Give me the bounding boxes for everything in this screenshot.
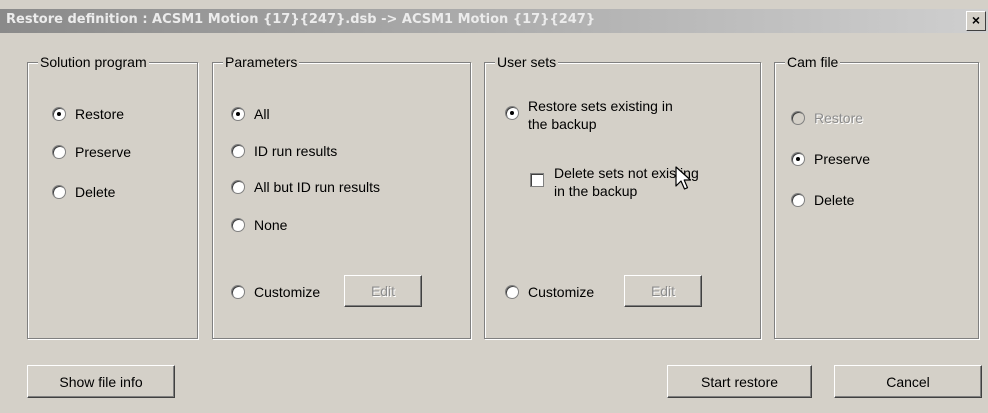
checkbox-indicator[interactable] (530, 173, 544, 187)
radio-indicator[interactable] (52, 145, 66, 159)
radio-indicator[interactable] (231, 218, 245, 232)
solution-preserve-radio[interactable]: Preserve (52, 143, 131, 161)
user-sets-group: User sets Restore sets existing in the b… (484, 54, 761, 339)
solution-restore-radio[interactable]: Restore (52, 105, 124, 123)
radio-label: Customize (528, 284, 595, 300)
parameters-all-but-id-radio[interactable]: All but ID run results (231, 178, 380, 196)
parameters-legend: Parameters (223, 54, 300, 70)
radio-indicator[interactable] (231, 144, 245, 158)
mouse-cursor-icon (675, 166, 692, 190)
radio-label: ID run results (254, 143, 338, 159)
parameters-group: Parameters All ID run results All but ID… (212, 54, 471, 339)
user-sets-edit-button[interactable]: Edit (624, 275, 702, 307)
radio-label-line: the backup (528, 116, 597, 132)
title-bar[interactable]: Restore definition : ACSM1 Motion {17}{2… (0, 9, 988, 33)
radio-indicator[interactable] (505, 285, 519, 299)
radio-indicator[interactable] (791, 152, 805, 166)
parameters-none-radio[interactable]: None (231, 216, 287, 234)
cam-preserve-radio[interactable]: Preserve (791, 150, 870, 168)
radio-label: Restore (75, 106, 125, 122)
user-sets-legend: User sets (495, 54, 559, 70)
delete-sets-checkbox[interactable]: Delete sets not existing in the backup (530, 164, 699, 200)
radio-label: Preserve (814, 151, 871, 167)
start-restore-button[interactable]: Start restore (667, 365, 812, 398)
cam-file-group: Cam file Restore Preserve Delete (774, 54, 979, 339)
parameters-customize-radio[interactable]: Customize (231, 283, 320, 301)
parameters-all-radio[interactable]: All (231, 105, 270, 123)
user-sets-customize-radio[interactable]: Customize (505, 283, 594, 301)
radio-label: Restore sets existing in the backup (528, 97, 673, 133)
radio-indicator[interactable] (52, 107, 66, 121)
radio-label: Delete (814, 192, 855, 208)
radio-label: All but ID run results (254, 179, 381, 195)
radio-label: Preserve (75, 144, 132, 160)
radio-label-line: Restore sets existing in (528, 98, 673, 114)
radio-indicator[interactable] (791, 193, 805, 207)
restore-definition-dialog: Restore definition : ACSM1 Motion {17}{2… (0, 0, 988, 413)
parameters-id-run-results-radio[interactable]: ID run results (231, 142, 337, 160)
solution-program-legend: Solution program (38, 54, 149, 70)
radio-label: Delete (75, 184, 116, 200)
solution-delete-radio[interactable]: Delete (52, 183, 115, 201)
parameters-edit-button[interactable]: Edit (344, 275, 422, 307)
show-file-info-button[interactable]: Show file info (27, 365, 175, 398)
radio-indicator[interactable] (791, 111, 805, 125)
solution-program-group: Solution program Restore Preserve Delete (27, 54, 198, 339)
radio-indicator[interactable] (231, 180, 245, 194)
cam-file-legend: Cam file (785, 54, 841, 70)
cam-delete-radio[interactable]: Delete (791, 191, 854, 209)
cam-restore-radio[interactable]: Restore (791, 109, 863, 127)
radio-label: None (254, 217, 288, 233)
radio-indicator[interactable] (52, 185, 66, 199)
radio-indicator[interactable] (231, 285, 245, 299)
radio-label: All (254, 106, 270, 122)
close-button[interactable]: × (966, 11, 986, 31)
radio-indicator[interactable] (505, 106, 519, 120)
user-sets-restore-radio[interactable]: Restore sets existing in the backup (505, 97, 673, 133)
radio-label: Restore (814, 110, 864, 126)
radio-label: Customize (254, 284, 321, 300)
cancel-button[interactable]: Cancel (834, 365, 982, 398)
radio-indicator[interactable] (231, 107, 245, 121)
window-title: Restore definition : ACSM1 Motion {17}{2… (6, 12, 596, 27)
